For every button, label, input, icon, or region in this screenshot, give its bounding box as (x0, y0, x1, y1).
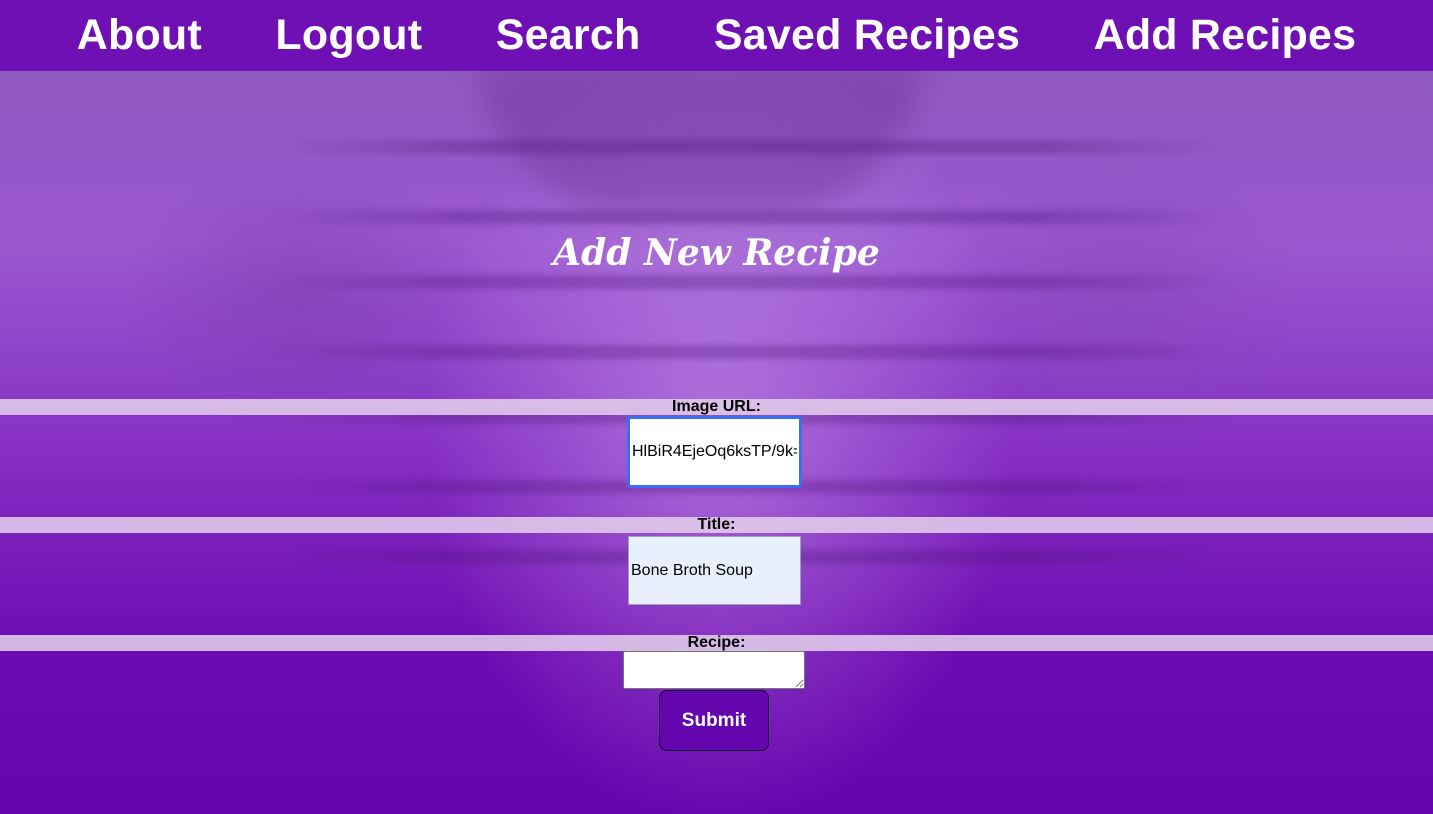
recipe-label: Recipe: (0, 635, 1433, 651)
page-title: Add New Recipe (553, 232, 880, 275)
submit-button[interactable]: Submit (659, 690, 769, 751)
recipe-textarea[interactable] (623, 651, 805, 689)
nav-saved-recipes-link[interactable]: Saved Recipes (714, 11, 1020, 60)
image-url-input[interactable] (627, 416, 802, 488)
nav-about-link[interactable]: About (77, 11, 202, 60)
image-url-label: Image URL: (0, 399, 1433, 415)
navbar: About Logout Search Saved Recipes Add Re… (0, 0, 1433, 71)
nav-add-recipes-link[interactable]: Add Recipes (1094, 11, 1357, 60)
nav-search-link[interactable]: Search (496, 11, 641, 60)
nav-logout-link[interactable]: Logout (275, 11, 422, 60)
page: About Logout Search Saved Recipes Add Re… (0, 0, 1433, 814)
title-input[interactable] (628, 536, 801, 605)
title-label: Title: (0, 517, 1433, 533)
